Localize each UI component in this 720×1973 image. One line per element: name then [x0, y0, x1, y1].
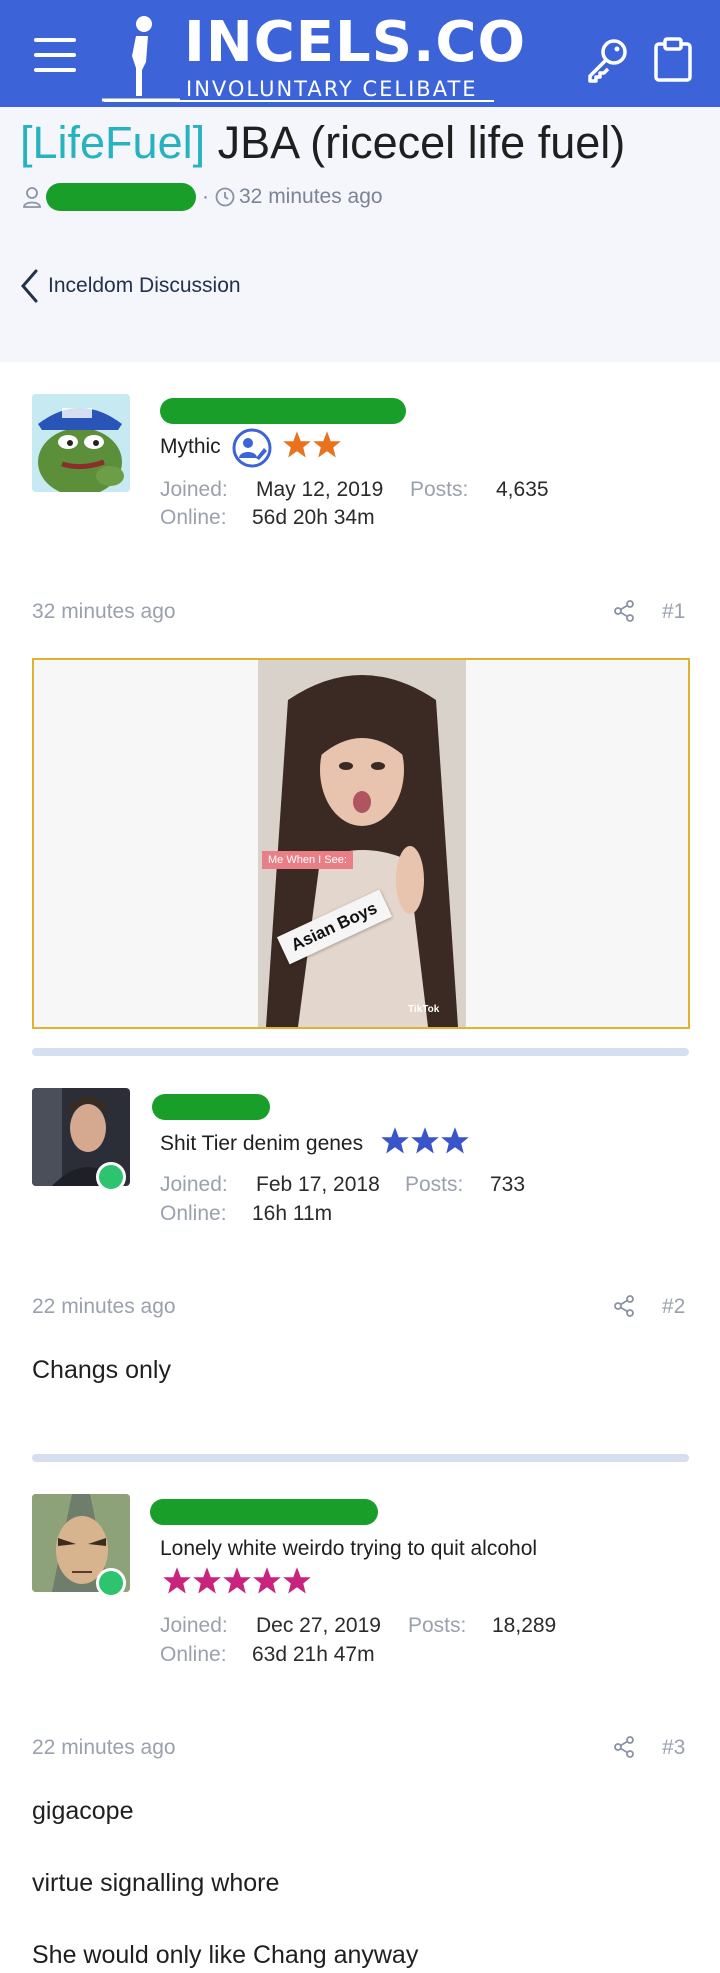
post-count: 18,289	[492, 1614, 557, 1637]
thread-title: [LifeFuel] JBA (ricecel life fuel)	[20, 115, 625, 171]
user-title: Lonely white weirdo trying to quit alcoh…	[160, 1537, 538, 1560]
online-status-indicator	[96, 1162, 126, 1192]
posts-label: Posts:	[408, 1614, 467, 1637]
thread-prefix[interactable]: [LifeFuel]	[20, 117, 205, 168]
tiktok-watermark: TikTok	[408, 1004, 440, 1015]
online-label: Online:	[160, 1202, 227, 1225]
joined-date: Feb 17, 2018	[256, 1173, 380, 1196]
online-label: Online:	[160, 1643, 227, 1666]
post-time[interactable]: 22 minutes ago	[32, 1736, 176, 1760]
star-icon	[381, 1127, 409, 1154]
post-count: 733	[490, 1173, 526, 1196]
logo-figure-icon	[102, 16, 180, 102]
online-time: 56d 20h 34m	[252, 506, 375, 529]
star-icon	[193, 1567, 221, 1594]
thread-meta: · 32 minutes ago	[22, 183, 383, 211]
posts-label: Posts:	[410, 478, 469, 501]
post-body-line: Changs only	[32, 1356, 171, 1384]
avatar[interactable]	[32, 394, 130, 492]
user-title: Shit Tier denim genes	[160, 1132, 364, 1155]
online-status-indicator	[96, 1568, 126, 1598]
video-frame-image	[258, 660, 466, 1027]
video-thumbnail: Me When I See: Asian Boys TikTok	[258, 660, 466, 1027]
share-icon[interactable]	[612, 1294, 636, 1318]
share-icon[interactable]	[612, 1735, 636, 1759]
pepe-avatar-image	[32, 394, 130, 492]
star-icon	[411, 1127, 439, 1154]
meta-separator: ·	[202, 185, 209, 208]
joined-label: Joined:	[160, 1614, 228, 1637]
post-body-line: gigacope	[32, 1797, 134, 1825]
joined-label: Joined:	[160, 1173, 228, 1196]
chevron-left-icon	[21, 269, 38, 303]
clock-icon	[215, 187, 235, 207]
online-time: 63d 21h 47m	[252, 1643, 375, 1666]
thread-title-text: JBA (ricecel life fuel)	[205, 117, 626, 168]
star-icon	[223, 1567, 251, 1594]
redacted-username	[46, 183, 196, 211]
star-icon	[283, 431, 311, 458]
post-number[interactable]: #1	[662, 600, 685, 624]
rank-stars	[162, 1566, 312, 1596]
post-number[interactable]: #3	[662, 1736, 685, 1760]
thread-header: [LifeFuel] JBA (ricecel life fuel) · 32 …	[0, 107, 720, 362]
clipboard-icon[interactable]	[652, 36, 694, 82]
post-number[interactable]: #2	[662, 1295, 685, 1319]
redacted-username	[150, 1499, 378, 1525]
star-icon	[283, 1567, 311, 1594]
online-label: Online:	[160, 506, 227, 529]
post-body-line: She would only like Chang anyway	[32, 1941, 419, 1969]
joined-label: Joined:	[160, 478, 228, 501]
menu-icon[interactable]	[34, 38, 76, 72]
top-bar: INCELS.CO INVOLUNTARY CELIBATE	[0, 0, 720, 107]
post-divider	[32, 1454, 689, 1462]
star-icon	[253, 1567, 281, 1594]
joined-date: May 12, 2019	[256, 478, 384, 501]
rank-stars	[380, 1126, 470, 1156]
site-logo-subtitle: INVOLUNTARY CELIBATE	[186, 77, 478, 101]
post-count: 4,635	[496, 478, 549, 501]
share-icon[interactable]	[612, 599, 636, 623]
online-time: 16h 11m	[252, 1202, 333, 1225]
star-icon	[313, 431, 341, 458]
posts-label: Posts:	[405, 1173, 464, 1196]
user-icon	[23, 187, 41, 208]
site-logo-title[interactable]: INCELS.CO	[184, 12, 526, 74]
logo-underline	[104, 100, 494, 102]
star-icon	[163, 1567, 191, 1594]
embedded-video[interactable]: Me When I See: Asian Boys TikTok	[32, 658, 690, 1029]
breadcrumb-back[interactable]: Inceldom Discussion	[20, 269, 241, 303]
post-divider	[32, 1048, 689, 1056]
moderator-badge-icon	[232, 428, 272, 468]
post-time[interactable]: 22 minutes ago	[32, 1295, 176, 1319]
thread-time: 32 minutes ago	[239, 185, 383, 208]
post-body-line: virtue signalling whore	[32, 1869, 280, 1897]
post-time[interactable]: 32 minutes ago	[32, 600, 176, 624]
redacted-username	[160, 398, 406, 424]
redacted-username	[152, 1094, 270, 1120]
star-icon	[441, 1127, 469, 1154]
key-icon[interactable]	[584, 36, 632, 84]
user-title: Mythic	[160, 435, 221, 458]
video-caption-top: Me When I See:	[262, 851, 353, 869]
joined-date: Dec 27, 2019	[256, 1614, 381, 1637]
breadcrumb-label: Inceldom Discussion	[48, 274, 241, 297]
rank-stars	[282, 430, 342, 460]
